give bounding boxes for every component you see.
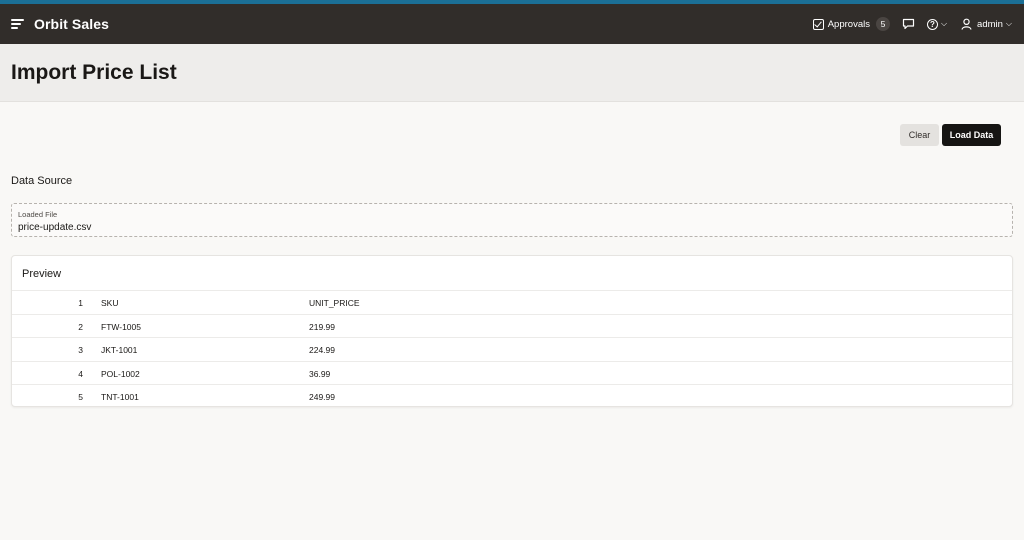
page-title: Import Price List: [11, 61, 177, 84]
app-title[interactable]: Orbit Sales: [34, 16, 109, 32]
menu-icon[interactable]: [11, 18, 25, 30]
clear-button[interactable]: Clear: [900, 124, 939, 146]
preview-table: 1 SKU UNIT_PRICE 2 FTW-1005 219.99 3 JKT…: [12, 290, 1012, 408]
table-cell: JKT-1001: [101, 345, 138, 355]
row-number: 4: [78, 368, 83, 379]
load-data-button[interactable]: Load Data: [942, 124, 1001, 146]
row-number: 2: [78, 321, 83, 332]
preview-region: Preview 1 SKU UNIT_PRICE 2 FTW-1005 219.…: [11, 255, 1013, 407]
preview-heading: Preview: [22, 268, 62, 280]
table-row: 3 JKT-1001 224.99: [12, 337, 1012, 361]
table-row: 2 FTW-1005 219.99: [12, 313, 1012, 338]
table-row: 5 TNT-1001 249.99: [12, 384, 1012, 408]
user-icon: [961, 18, 972, 30]
user-menu-button[interactable]: admin ⌵: [961, 18, 1012, 30]
help-button[interactable]: ? ⌵: [926, 18, 948, 30]
app-header: Orbit Sales Approvals 5 ? ⌵ admin ⌵: [0, 4, 1024, 44]
table-cell: UNIT_PRICE: [309, 298, 360, 308]
approvals-count-badge: 5: [875, 17, 890, 31]
table-cell: TNT-1001: [101, 392, 139, 402]
approvals-button[interactable]: Approvals 5: [812, 17, 890, 31]
header-actions: Approvals 5 ? ⌵ admin ⌵: [812, 4, 1012, 44]
table-row: 1 SKU UNIT_PRICE: [12, 290, 1012, 314]
data-source-heading: Data Source: [11, 175, 73, 187]
table-cell: 249.99: [309, 392, 335, 402]
user-name: admin: [977, 18, 1003, 30]
table-row: 4 POL-1002 36.99: [12, 360, 1012, 385]
table-cell: 219.99: [309, 321, 335, 332]
loaded-file-value: price-update.csv: [18, 222, 92, 233]
table-cell: POL-1002: [101, 368, 140, 379]
loaded-file-label: Loaded File: [18, 210, 58, 219]
row-number: 5: [78, 392, 83, 402]
page-title-bar: Import Price List: [0, 44, 1024, 102]
table-cell: 224.99: [309, 345, 335, 355]
table-cell: FTW-1005: [101, 321, 141, 332]
checkbox-icon: [812, 18, 824, 30]
table-cell: SKU: [101, 298, 119, 308]
row-number: 3: [78, 345, 83, 355]
loaded-file-field[interactable]: Loaded File price-update.csv: [11, 203, 1013, 237]
chevron-down-icon: ⌵: [1005, 19, 1012, 28]
chat-button[interactable]: [902, 18, 915, 30]
table-cell: 36.99: [309, 368, 331, 379]
chat-icon: [902, 18, 915, 30]
help-icon: ?: [926, 18, 938, 30]
approvals-label: Approvals: [827, 18, 870, 30]
row-number: 1: [78, 298, 83, 308]
chevron-down-icon: ⌵: [940, 19, 948, 28]
